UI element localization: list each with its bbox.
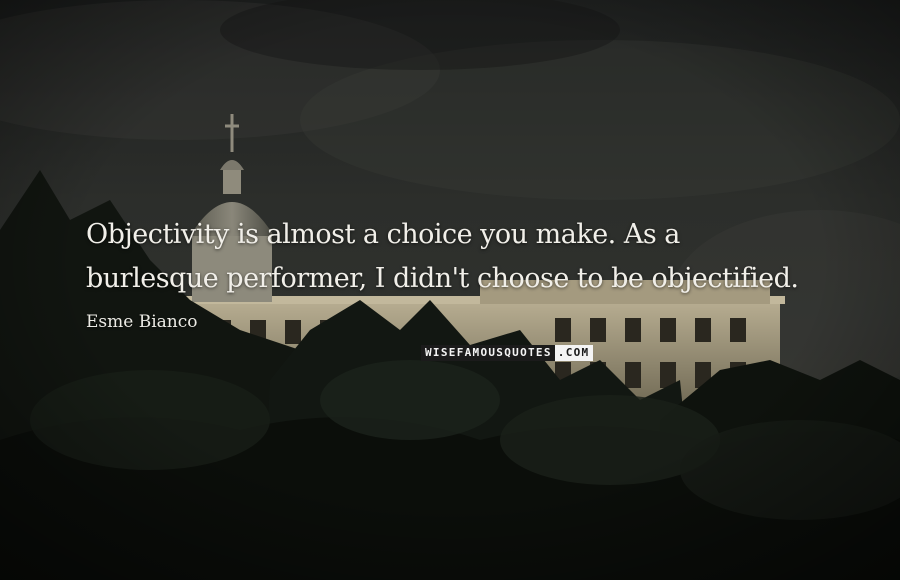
watermark-domain: .COM: [554, 345, 594, 361]
watermark-site-name: WISEFAMOUSQUOTES: [421, 345, 555, 361]
quote-image: Objectivity is almost a choice you make.…: [0, 0, 900, 580]
quote-line-2: burlesque performer, I didn't choose to …: [86, 263, 799, 294]
quote-line-1: Objectivity is almost a choice you make.…: [86, 219, 680, 250]
quote-author: Esme Bianco: [86, 312, 198, 332]
watermark-logo: WISEFAMOUSQUOTES .COM: [421, 345, 594, 361]
